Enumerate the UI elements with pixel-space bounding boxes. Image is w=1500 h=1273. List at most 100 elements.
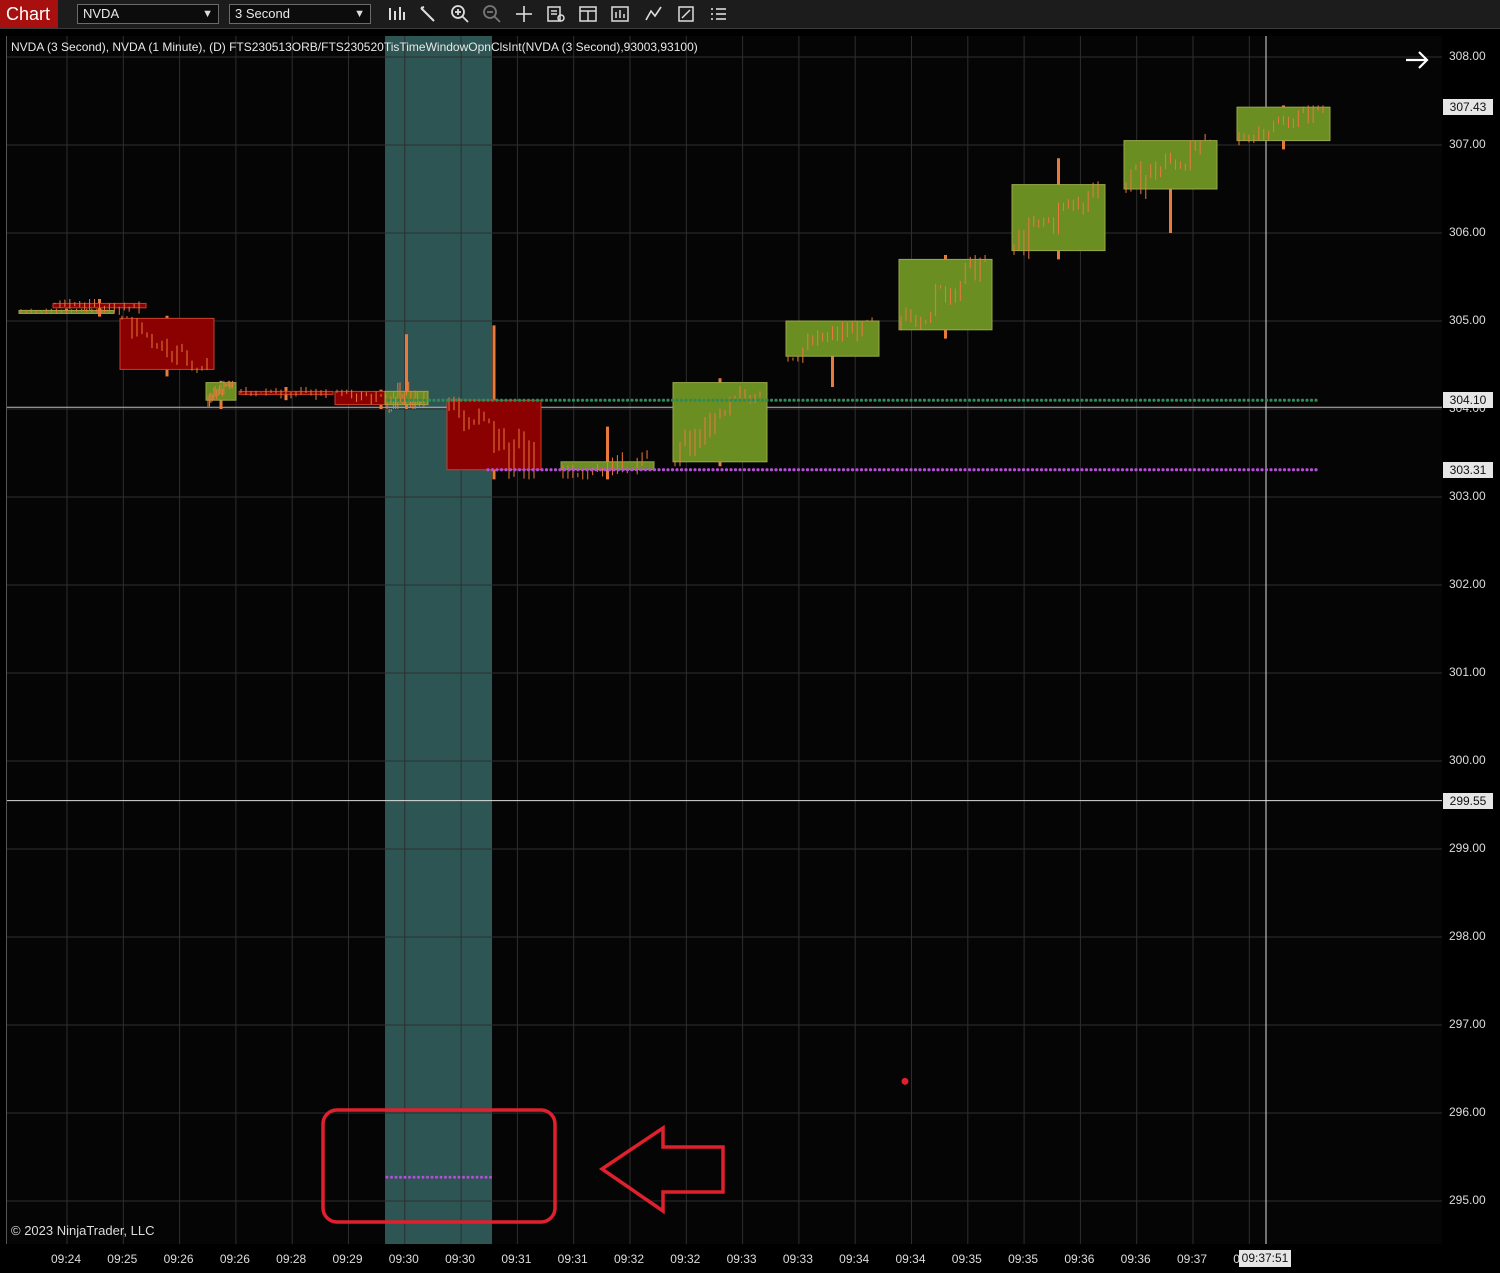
open-line-dot bbox=[468, 398, 472, 402]
close-line-dot bbox=[868, 468, 873, 472]
close-line-dot bbox=[1300, 468, 1305, 472]
open-line-dot bbox=[1048, 398, 1053, 402]
close-line-dot bbox=[643, 468, 648, 472]
open-line-dot bbox=[886, 398, 891, 402]
close-line-dot bbox=[738, 468, 742, 472]
indicators-icon[interactable] bbox=[609, 4, 631, 24]
chart-toolbar: Chart NVDA ▼ 3 Second ▼ bbox=[0, 0, 1500, 29]
open-line-dot bbox=[553, 398, 558, 402]
close-line-dot bbox=[603, 468, 607, 472]
price-tick-label: 299.00 bbox=[1449, 841, 1486, 855]
close-line-dot bbox=[810, 468, 814, 472]
open-line-dot bbox=[1210, 398, 1215, 402]
data-box-icon[interactable] bbox=[545, 4, 567, 24]
interval-selector[interactable]: 3 Second ▼ bbox=[229, 4, 371, 24]
open-line-dot bbox=[648, 398, 652, 402]
close-line-dot bbox=[589, 468, 594, 472]
close-line-dot bbox=[526, 468, 531, 472]
close-line-dot bbox=[994, 468, 999, 472]
open-line-dot bbox=[1071, 398, 1075, 402]
strategies-icon[interactable] bbox=[643, 4, 665, 24]
open-line-dot bbox=[513, 398, 517, 402]
templates-icon[interactable] bbox=[675, 4, 697, 24]
close-line-dot bbox=[513, 468, 517, 472]
pencil-icon[interactable] bbox=[417, 4, 439, 24]
close-line-dot bbox=[873, 468, 877, 472]
open-line-dot bbox=[1183, 398, 1188, 402]
close-line-dot bbox=[823, 468, 828, 472]
zoom-in-icon[interactable] bbox=[449, 4, 471, 24]
close-line-dot bbox=[918, 468, 922, 472]
window-value-dot bbox=[435, 1175, 438, 1179]
chart-panel[interactable] bbox=[6, 36, 1443, 1244]
close-line-dot bbox=[1026, 468, 1030, 472]
interval-value: 3 Second bbox=[235, 6, 290, 21]
close-line-dot bbox=[729, 468, 733, 472]
close-line-dot bbox=[1183, 468, 1188, 472]
open-line-dot bbox=[913, 398, 918, 402]
open-line-dot bbox=[706, 398, 711, 402]
close-line-dot bbox=[904, 468, 909, 472]
open-line-dot bbox=[904, 398, 909, 402]
zoom-out-icon[interactable] bbox=[481, 4, 503, 24]
open-line-dot bbox=[760, 398, 765, 402]
open-line-dot bbox=[1192, 398, 1197, 402]
instrument-selector[interactable]: NVDA ▼ bbox=[77, 4, 219, 24]
close-line-dot bbox=[1197, 468, 1201, 472]
open-line-dot bbox=[1246, 398, 1251, 402]
close-line-dot bbox=[1017, 468, 1021, 472]
close-line-dot bbox=[549, 468, 553, 472]
open-line-dot bbox=[625, 398, 630, 402]
open-line-dot bbox=[549, 398, 553, 402]
price-axis[interactable] bbox=[1442, 36, 1500, 1244]
close-line-dot bbox=[1102, 468, 1107, 472]
open-line-dot bbox=[517, 398, 522, 402]
close-line-dot bbox=[607, 468, 612, 472]
close-line-dot bbox=[1242, 468, 1246, 472]
menu-icon[interactable] bbox=[707, 4, 729, 24]
window-value-dot bbox=[412, 1175, 416, 1179]
open-line-dot bbox=[544, 398, 549, 402]
minute-bar-body bbox=[1123, 140, 1218, 190]
open-line-dot bbox=[675, 398, 679, 402]
close-line-dot bbox=[1012, 468, 1017, 472]
arrow-right-icon[interactable] bbox=[1403, 48, 1431, 72]
close-line-dot bbox=[850, 468, 855, 472]
open-line-dot bbox=[792, 398, 796, 402]
open-line-dot bbox=[598, 398, 603, 402]
close-line-dot bbox=[859, 468, 864, 472]
open-line-dot bbox=[927, 398, 931, 402]
open-line-dot bbox=[1219, 398, 1224, 402]
open-line-dot bbox=[1003, 398, 1008, 402]
price-plot[interactable] bbox=[7, 36, 1443, 1244]
close-line-dot bbox=[895, 468, 900, 472]
close-line-dot bbox=[495, 468, 499, 472]
window-value-dot bbox=[385, 1175, 389, 1179]
time-tick-label: 09:36 bbox=[1064, 1252, 1095, 1266]
close-line-dot bbox=[1278, 468, 1282, 472]
open-line-dot bbox=[1287, 398, 1291, 402]
open-line-dot bbox=[459, 398, 463, 402]
bar-chart-icon[interactable] bbox=[386, 4, 408, 24]
properties-icon[interactable] bbox=[577, 4, 599, 24]
open-line-dot bbox=[958, 398, 963, 402]
chart-tab[interactable]: Chart bbox=[0, 0, 58, 28]
close-line-dot bbox=[1251, 468, 1255, 472]
close-line-dot bbox=[1129, 468, 1134, 472]
close-line-dot bbox=[598, 468, 603, 472]
close-line-dot bbox=[661, 468, 666, 472]
close-line-dot bbox=[540, 468, 544, 472]
open-line-dot bbox=[612, 398, 616, 402]
close-line-dot bbox=[954, 468, 958, 472]
open-line-dot bbox=[409, 398, 414, 402]
open-line-dot bbox=[567, 398, 571, 402]
open-line-dot bbox=[940, 398, 945, 402]
close-line-dot bbox=[774, 468, 778, 472]
window-value-dot bbox=[466, 1175, 470, 1179]
close-line-dot bbox=[828, 468, 832, 472]
open-line-dot bbox=[477, 398, 481, 402]
close-line-dot bbox=[625, 468, 630, 472]
crosshair-icon[interactable] bbox=[513, 4, 535, 24]
close-line-dot bbox=[783, 468, 787, 472]
close-line-dot bbox=[792, 468, 796, 472]
